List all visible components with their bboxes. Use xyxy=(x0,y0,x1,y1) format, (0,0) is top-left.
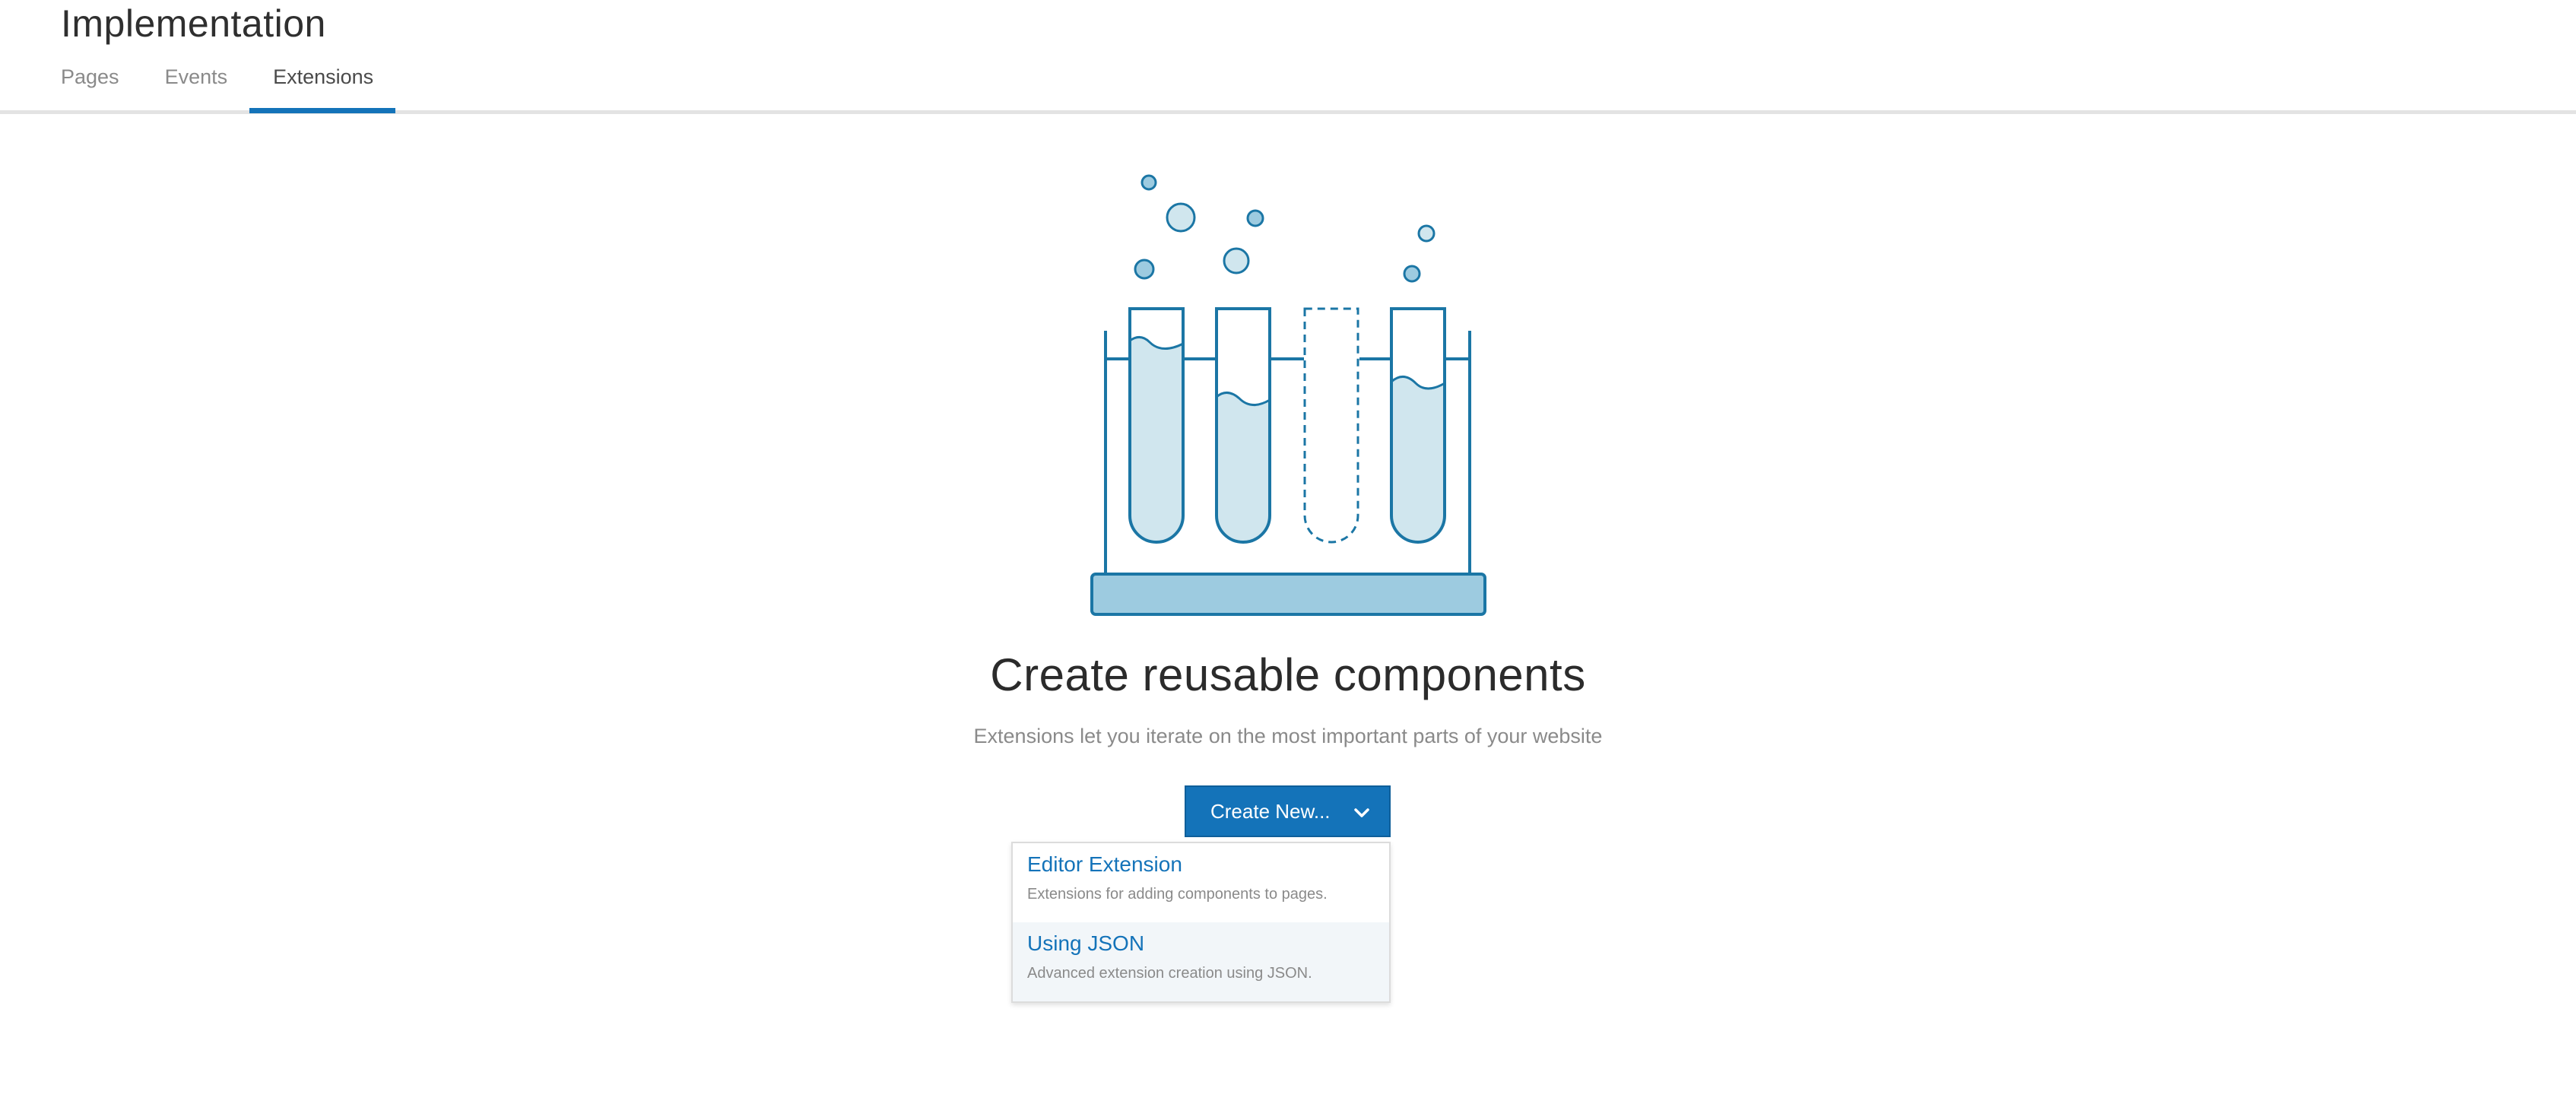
tab-pages[interactable]: Pages xyxy=(61,62,119,114)
menu-item-description: Extensions for adding components to page… xyxy=(1027,886,1328,903)
test-tube-empty xyxy=(1303,307,1359,544)
menu-item-description: Advanced extension creation using JSON. xyxy=(1027,965,1312,982)
test-tubes-rack-icon xyxy=(1090,174,1486,616)
page-header: Implementation Pages Events Extensions xyxy=(0,0,2576,114)
tab-extensions[interactable]: Extensions xyxy=(273,62,373,114)
empty-state-subhead: Extensions let you iterate on the most i… xyxy=(973,725,1603,747)
menu-item-editor-extension[interactable]: Editor Extension Extensions for adding c… xyxy=(1013,843,1389,922)
empty-state-headline: Create reusable components xyxy=(990,649,1586,700)
rack-base xyxy=(1090,573,1486,616)
menu-item-using-json[interactable]: Using JSON Advanced extension creation u… xyxy=(1013,922,1389,1001)
create-new-button[interactable]: Create New... xyxy=(1185,785,1391,837)
test-tube-1 xyxy=(1128,307,1185,544)
tab-bar: Pages Events Extensions xyxy=(61,62,373,114)
create-new-label: Create New... xyxy=(1210,799,1331,823)
page-title: Implementation xyxy=(61,2,326,45)
test-tube-2 xyxy=(1215,307,1271,544)
bubbles-icon xyxy=(1134,174,1436,283)
create-new-menu: Editor Extension Extensions for adding c… xyxy=(1011,842,1391,1003)
active-tab-indicator xyxy=(249,108,395,113)
chevron-down-icon xyxy=(1354,808,1369,817)
menu-item-title: Editor Extension xyxy=(1027,852,1182,876)
extensions-page: Implementation Pages Events Extensions C… xyxy=(0,0,2576,1101)
tab-events[interactable]: Events xyxy=(165,62,228,114)
test-tube-4 xyxy=(1390,307,1446,544)
menu-item-title: Using JSON xyxy=(1027,931,1145,955)
